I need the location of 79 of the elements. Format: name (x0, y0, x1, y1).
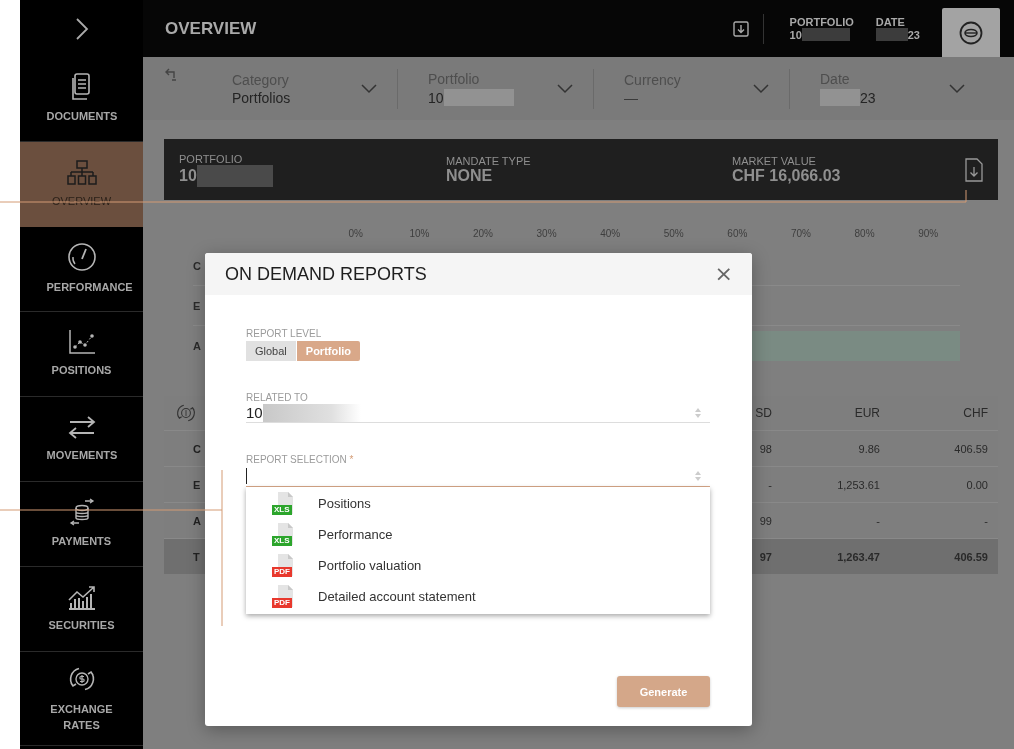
report-option[interactable]: PDF Detailed account statement (246, 581, 710, 612)
dialog-title: ON DEMAND REPORTS (225, 263, 427, 285)
axis-tick-label: 70% (789, 228, 812, 241)
profile-tab[interactable] (942, 8, 1000, 57)
filter-placeholder: — (624, 89, 638, 106)
date-label: DATE (875, 16, 906, 28)
row-label: C (193, 259, 202, 272)
row-label: A (193, 514, 201, 527)
table-cell-text: 1,253.61 (836, 478, 881, 491)
table-cell-text: - (875, 514, 881, 527)
document-icon (70, 73, 93, 102)
table-cell-text: 97 (758, 550, 773, 563)
transfer-arrows-icon (66, 414, 97, 441)
sort-arrows-icon (694, 469, 702, 482)
coin-stack-icon (68, 498, 95, 527)
file-download-icon[interactable] (965, 157, 983, 182)
table-cell-text: 99 (758, 514, 773, 527)
axis-tick-label: 0% (347, 228, 364, 241)
filter-value: 23 (860, 89, 876, 106)
market-value-label: MARKET VALUE (732, 154, 817, 167)
row-label: T (193, 550, 200, 563)
report-option[interactable]: PDF Portfolio valuation (246, 550, 710, 581)
bar-chart-trend-icon (66, 584, 97, 611)
axis-tick-label: 90% (917, 228, 940, 241)
field-label: RELATED TO (246, 392, 308, 403)
portfolio-number: 10 (789, 28, 802, 41)
row-label: E (193, 478, 201, 491)
axis-tick-label: 50% (662, 228, 685, 241)
table-cell-text: 0.00 (965, 478, 989, 491)
chevron-down-icon (557, 83, 573, 94)
field-label: REPORT LEVEL (246, 328, 322, 339)
chevron-down-icon (753, 83, 769, 94)
toggle-option[interactable]: Global (246, 341, 296, 361)
axis-tick-label: 40% (599, 228, 622, 241)
filter-value: 10 (428, 89, 444, 106)
row-label: C (193, 442, 201, 455)
coin-icon (959, 20, 983, 45)
currency-exchange-icon (175, 402, 197, 424)
column-header: SD (754, 406, 773, 420)
redaction-block (801, 28, 850, 41)
mandate-type-value: NONE (446, 166, 494, 185)
chevron-right-icon[interactable] (74, 16, 89, 41)
sort-arrows-icon (694, 406, 702, 419)
column-header: EUR (853, 406, 881, 420)
close-button[interactable]: × (710, 263, 737, 285)
market-value: CHF 16,066.03 (732, 166, 841, 185)
chevron-down-icon (949, 83, 965, 94)
chevron-down-icon (361, 83, 377, 94)
portfolio-label: PORTFOLIO (179, 152, 244, 165)
report-option[interactable]: XLS Positions (246, 488, 710, 519)
axis-tick-label: 60% (726, 228, 749, 241)
hierarchy-icon (66, 159, 97, 186)
axis-tick-label: 30% (535, 228, 558, 241)
axis-tick-label: 20% (471, 228, 494, 241)
row-label: E (193, 299, 202, 312)
axis-tick-label: 80% (853, 228, 876, 241)
download-icon[interactable] (732, 20, 749, 37)
page-title: OVERVIEW (165, 18, 257, 39)
related-to-field[interactable]: 10 (246, 403, 710, 423)
table-cell-text: 406.59 (953, 442, 989, 455)
redaction-block (875, 28, 908, 41)
mandate-type-label: MANDATE TYPE (446, 154, 531, 167)
filter-value: Portfolios (232, 89, 291, 106)
table-cell-text: - (767, 478, 773, 491)
portfolio-label: PORTFOLIO (789, 16, 854, 28)
date-value: 23 (907, 28, 920, 41)
field-label: REPORT SELECTION * (246, 454, 354, 465)
table-cell-text: 1,263.47 (836, 550, 881, 563)
table-cell-text: - (983, 514, 989, 527)
scatter-chart-icon (67, 329, 96, 356)
axis-tick-label: 10% (408, 228, 431, 241)
report-option[interactable]: XLS Performance (246, 519, 710, 550)
table-cell-text: 406.59 (953, 550, 989, 563)
gauge-icon (66, 242, 97, 273)
table-cell-text: 9.86 (857, 442, 881, 455)
row-label: A (193, 340, 202, 352)
portfolio-number: 10 (179, 166, 197, 185)
table-cell-text: 98 (758, 442, 773, 455)
column-header: CHF (962, 406, 989, 420)
